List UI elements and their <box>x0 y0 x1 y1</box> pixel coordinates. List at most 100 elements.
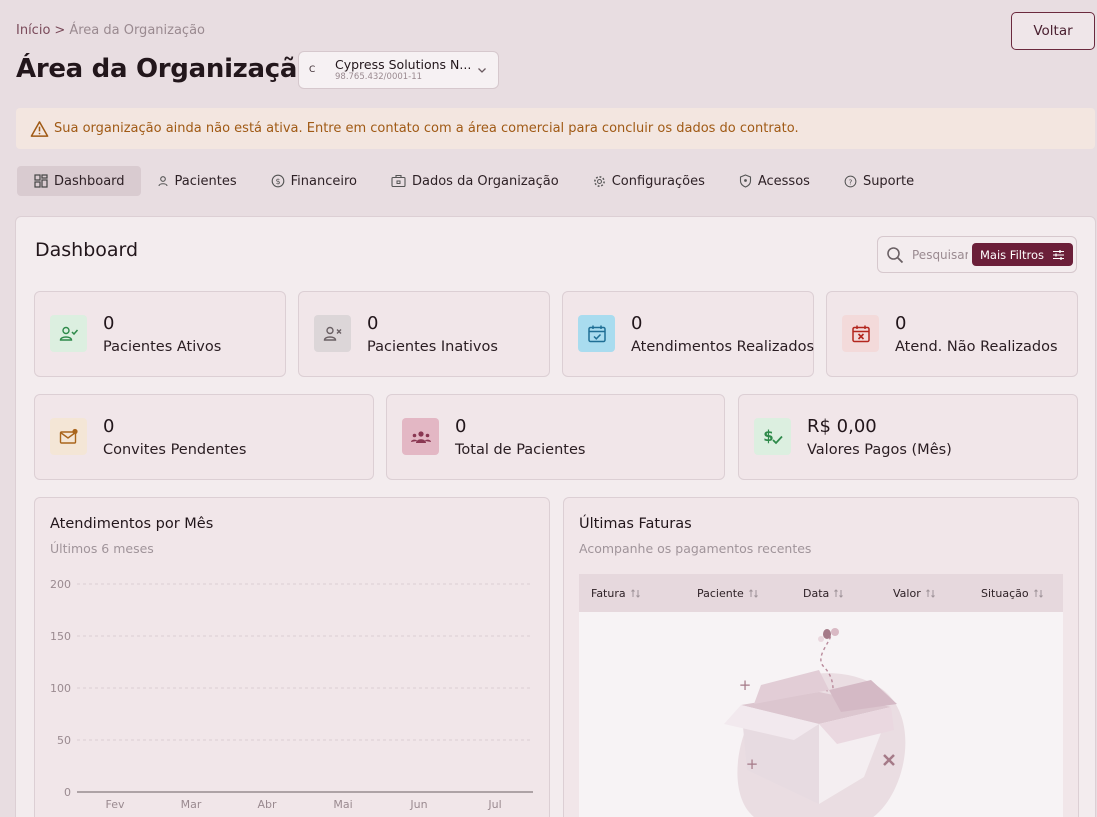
tab-dados-organizacao[interactable]: Dados da Organização <box>373 166 575 196</box>
y-tick-label: 0 <box>64 786 71 799</box>
stat-label: Total de Pacientes <box>455 442 586 458</box>
tab-pacientes[interactable]: Pacientes <box>141 166 253 196</box>
shield-icon <box>739 174 751 188</box>
y-tick-label: 150 <box>50 630 71 643</box>
invoices-table: Fatura Paciente Data Valor Situação + + <box>579 574 1063 817</box>
stat-value: R$ 0,00 <box>807 416 877 437</box>
stat-label: Convites Pendentes <box>103 442 247 458</box>
svg-text:+: + <box>746 755 759 773</box>
column-header-situacao[interactable]: Situação <box>981 587 1044 600</box>
stat-card-atend-nao-realizados: 0 Atend. Não Realizados <box>826 291 1078 377</box>
briefcase-icon <box>391 174 406 188</box>
sort-icon <box>748 588 758 598</box>
tab-financeiro[interactable]: $ Financeiro <box>253 166 373 196</box>
dashboard-title: Dashboard <box>35 239 139 261</box>
x-tick-label: Mai <box>333 798 352 811</box>
empty-box-illustration: + + <box>724 628 906 817</box>
stat-value: 0 <box>103 313 115 334</box>
tab-dashboard[interactable]: Dashboard <box>17 166 141 196</box>
page-title: Área da Organização <box>16 54 315 84</box>
search-box: Mais Filtros <box>877 236 1077 273</box>
back-button[interactable]: Voltar <box>1011 12 1095 50</box>
tab-label: Configurações <box>611 173 705 189</box>
stat-value: 0 <box>103 416 115 437</box>
y-tick-label: 50 <box>57 734 71 747</box>
tab-label: Acessos <box>757 173 810 189</box>
x-tick-label: Jul <box>487 798 501 811</box>
user-check-icon <box>50 315 87 352</box>
x-tick-label: Abr <box>257 798 277 811</box>
alert-text: Sua organização ainda não está ativa. En… <box>54 121 799 136</box>
y-tick-label: 200 <box>50 578 71 591</box>
invoices-subtitle: Acompanhe os pagamentos recentes <box>579 541 812 556</box>
org-cnpj: 98.765.432/0001-11 <box>335 71 423 82</box>
inactive-org-alert: Sua organização ainda não está ativa. En… <box>16 108 1095 149</box>
stat-label: Valores Pagos (Mês) <box>807 442 952 458</box>
breadcrumb-home-link[interactable]: Início <box>16 23 50 38</box>
column-header-paciente[interactable]: Paciente <box>697 587 803 600</box>
column-label: Situação <box>981 586 1029 600</box>
attendances-chart-card: Atendimentos por Mês Últimos 6 meses 200… <box>34 497 550 817</box>
invoices-card: Últimas Faturas Acompanhe os pagamentos … <box>563 497 1079 817</box>
tab-label: Dados da Organização <box>411 173 559 189</box>
column-label: Paciente <box>697 586 744 600</box>
stat-card-convites-pendentes: 0 Convites Pendentes <box>34 394 374 480</box>
user-icon <box>157 176 168 187</box>
grid-icon <box>34 174 48 188</box>
mail-icon <box>50 418 87 455</box>
svg-text:$: $ <box>275 177 280 186</box>
stat-label: Pacientes Inativos <box>367 339 498 355</box>
breadcrumb: Início > Área da Organização <box>16 23 205 38</box>
stat-label: Atendimentos Realizados <box>631 339 815 355</box>
svg-text:?: ? <box>848 177 852 186</box>
chevron-down-icon <box>478 68 486 73</box>
users-icon <box>402 418 439 455</box>
stat-card-total-pacientes: 0 Total de Pacientes <box>386 394 725 480</box>
sort-icon <box>834 588 844 598</box>
org-initial: C <box>309 65 316 75</box>
tab-label: Financeiro <box>290 173 357 189</box>
stat-value: 0 <box>631 313 643 334</box>
stat-value: 0 <box>367 313 379 334</box>
column-header-data[interactable]: Data <box>803 587 893 600</box>
calendar-x-icon <box>842 315 879 352</box>
invoices-table-header: Fatura Paciente Data Valor Situação <box>579 574 1063 612</box>
invoices-title: Últimas Faturas <box>579 516 692 532</box>
dashboard-panel: Dashboard Mais Filtros 0 Pacientes Ativo… <box>15 216 1096 817</box>
tab-bar: Dashboard Pacientes $ Financeiro Dados d… <box>17 166 930 196</box>
column-header-fatura[interactable]: Fatura <box>591 587 697 600</box>
search-input[interactable] <box>912 247 968 262</box>
help-circle-icon: ? <box>844 175 857 187</box>
stat-card-pacientes-ativos: 0 Pacientes Ativos <box>34 291 286 377</box>
dollar-circle-icon: $ <box>271 174 284 188</box>
column-header-valor[interactable]: Valor <box>893 587 981 600</box>
tab-suporte[interactable]: ? Suporte <box>826 166 930 196</box>
tab-acessos[interactable]: Acessos <box>721 166 826 196</box>
invoices-empty-state: + + <box>579 612 1063 817</box>
more-filters-label: Mais Filtros <box>980 247 1044 262</box>
breadcrumb-separator: > <box>54 23 66 38</box>
x-tick-label: Fev <box>105 798 124 811</box>
sliders-icon <box>1053 249 1064 260</box>
attendances-line-chart: 200 150 100 50 0 Fev Mar Abr Mai Jun Jul <box>50 578 533 811</box>
stat-card-valores-pagos: $ R$ 0,00 Valores Pagos (Mês) <box>738 394 1078 480</box>
stat-card-pacientes-inativos: 0 Pacientes Inativos <box>298 291 550 377</box>
tab-configuracoes[interactable]: Configurações <box>575 166 721 196</box>
organization-select[interactable]: C Cypress Solutions N... 98.765.432/0001… <box>298 51 499 89</box>
stat-value: 0 <box>455 416 467 437</box>
column-label: Valor <box>893 586 921 600</box>
column-label: Fatura <box>591 586 626 600</box>
tab-label: Pacientes <box>174 173 237 189</box>
stat-label: Atend. Não Realizados <box>895 339 1058 355</box>
stat-label: Pacientes Ativos <box>103 339 222 355</box>
svg-text:$: $ <box>763 427 773 445</box>
column-label: Data <box>803 586 830 600</box>
gear-icon <box>593 175 605 187</box>
search-icon <box>887 246 904 263</box>
dollar-check-icon: $ <box>754 418 791 455</box>
svg-text:+: + <box>739 676 752 694</box>
tab-label: Dashboard <box>54 173 125 189</box>
more-filters-button[interactable]: Mais Filtros <box>972 243 1073 266</box>
calendar-check-icon <box>578 315 615 352</box>
stat-value: 0 <box>895 313 907 334</box>
